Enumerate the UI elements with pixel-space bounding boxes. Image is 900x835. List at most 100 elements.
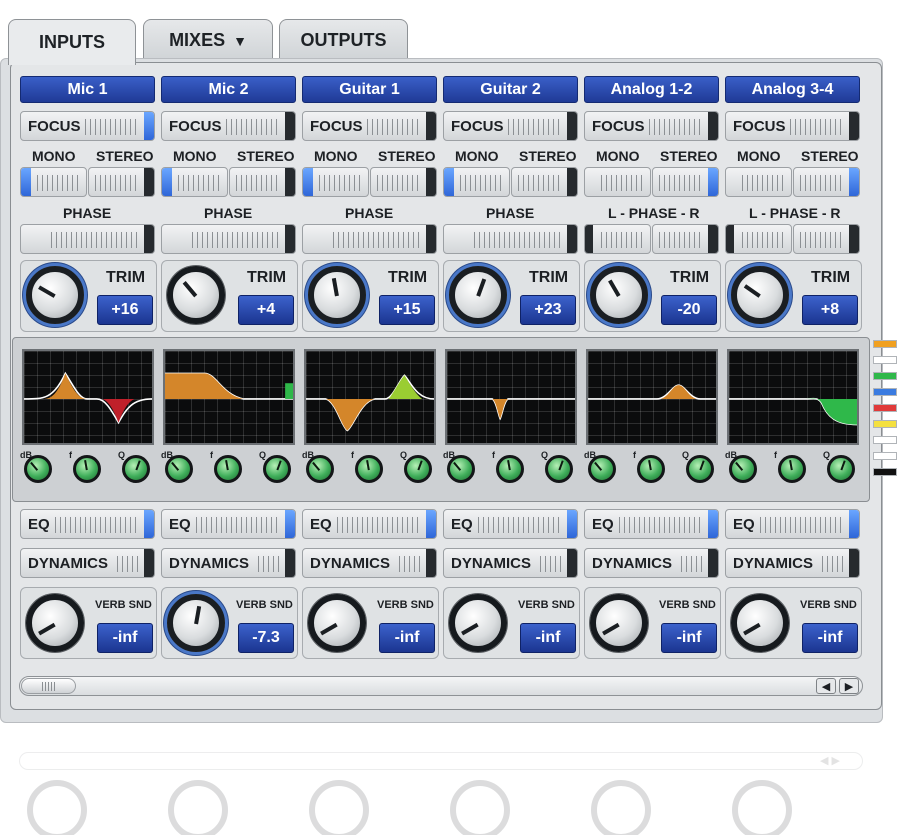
bus-tag[interactable] [873,404,897,412]
eq-switch[interactable]: EQ [725,509,860,539]
verb-send-knob[interactable] [590,594,648,652]
eq-curve-display[interactable] [304,349,436,445]
phase-left-switch[interactable] [584,224,651,254]
phase-switch[interactable] [161,224,296,254]
channel-name-button[interactable]: Guitar 1 [302,76,437,103]
trim-knob[interactable] [308,266,366,324]
bus-tag[interactable] [873,372,897,380]
bus-tag[interactable] [873,468,897,476]
dynamics-switch[interactable]: DYNAMICS [161,548,296,578]
stereo-switch[interactable] [229,167,296,197]
eq-switch[interactable]: EQ [443,509,578,539]
channel-name-button[interactable]: Analog 1-2 [584,76,719,103]
phase-left-switch[interactable] [725,224,792,254]
focus-switch[interactable]: FOCUS [584,111,719,141]
dynamics-switch[interactable]: DYNAMICS [725,548,860,578]
phase-switch[interactable] [443,224,578,254]
channel-name-button[interactable]: Mic 2 [161,76,296,103]
mono-switch[interactable] [20,167,87,197]
trim-knob[interactable] [167,266,225,324]
focus-switch[interactable]: FOCUS [443,111,578,141]
dynamics-switch[interactable]: DYNAMICS [20,548,155,578]
eq-q-knob[interactable] [263,455,291,483]
tab-outputs[interactable]: OUTPUTS [279,19,408,61]
scroll-left-button[interactable]: ◀ [816,678,836,694]
eq-switch[interactable]: EQ [584,509,719,539]
eq-gain-knob[interactable] [24,455,52,483]
eq-curve-display[interactable] [445,349,577,445]
eq-gain-knob[interactable] [729,455,757,483]
trim-value[interactable]: +4 [238,295,294,325]
mono-switch[interactable] [161,167,228,197]
bus-tag[interactable] [873,356,897,364]
eq-gain-knob[interactable] [306,455,334,483]
eq-freq-knob[interactable] [214,455,242,483]
eq-curve-display[interactable] [163,349,295,445]
dynamics-switch[interactable]: DYNAMICS [584,548,719,578]
bus-tag[interactable] [873,452,897,460]
mono-switch[interactable] [302,167,369,197]
mono-switch[interactable] [584,167,651,197]
eq-curve-display[interactable] [22,349,154,445]
focus-switch[interactable]: FOCUS [302,111,437,141]
verb-send-knob[interactable] [26,594,84,652]
stereo-switch[interactable] [88,167,155,197]
verb-send-value[interactable]: -inf [97,623,153,653]
verb-send-value[interactable]: -inf [661,623,717,653]
bus-tag[interactable] [873,388,897,396]
dynamics-switch[interactable]: DYNAMICS [443,548,578,578]
focus-switch[interactable]: FOCUS [725,111,860,141]
eq-gain-knob[interactable] [447,455,475,483]
stereo-switch[interactable] [511,167,578,197]
eq-freq-knob[interactable] [637,455,665,483]
channel-name-button[interactable]: Guitar 2 [443,76,578,103]
phase-right-switch[interactable] [652,224,719,254]
verb-send-knob[interactable] [449,594,507,652]
bus-tag[interactable] [873,436,897,444]
verb-send-knob[interactable] [308,594,366,652]
bus-tag[interactable] [873,420,897,428]
trim-knob[interactable] [449,266,507,324]
horizontal-scrollbar[interactable]: ◀ ▶ [19,676,863,696]
mono-switch[interactable] [443,167,510,197]
scroll-thumb[interactable] [21,678,76,694]
trim-knob[interactable] [731,266,789,324]
channel-name-button[interactable]: Analog 3-4 [725,76,860,103]
mono-switch[interactable] [725,167,792,197]
verb-send-value[interactable]: -inf [520,623,576,653]
eq-curve-display[interactable] [727,349,859,445]
focus-switch[interactable]: FOCUS [161,111,296,141]
trim-value[interactable]: +23 [520,295,576,325]
eq-switch[interactable]: EQ [20,509,155,539]
stereo-switch[interactable] [652,167,719,197]
focus-switch[interactable]: FOCUS [20,111,155,141]
trim-value[interactable]: +16 [97,295,153,325]
channel-name-button[interactable]: Mic 1 [20,76,155,103]
scroll-right-button[interactable]: ▶ [839,678,859,694]
eq-q-knob[interactable] [686,455,714,483]
eq-curve-display[interactable] [586,349,718,445]
trim-knob[interactable] [590,266,648,324]
trim-value[interactable]: -20 [661,295,717,325]
eq-q-knob[interactable] [827,455,855,483]
verb-send-value[interactable]: -inf [379,623,435,653]
verb-send-knob[interactable] [731,594,789,652]
eq-freq-knob[interactable] [355,455,383,483]
stereo-switch[interactable] [793,167,860,197]
eq-gain-knob[interactable] [588,455,616,483]
stereo-switch[interactable] [370,167,437,197]
bus-tag[interactable] [873,340,897,348]
tab-inputs[interactable]: INPUTS [8,19,136,65]
eq-q-knob[interactable] [404,455,432,483]
eq-freq-knob[interactable] [73,455,101,483]
eq-q-knob[interactable] [545,455,573,483]
eq-freq-knob[interactable] [496,455,524,483]
eq-freq-knob[interactable] [778,455,806,483]
verb-send-value[interactable]: -inf [802,623,858,653]
eq-switch[interactable]: EQ [161,509,296,539]
verb-send-value[interactable]: -7.3 [238,623,294,653]
eq-switch[interactable]: EQ [302,509,437,539]
tab-mixes[interactable]: MIXES ▼ [143,19,273,61]
phase-right-switch[interactable] [793,224,860,254]
verb-send-knob[interactable] [167,594,225,652]
